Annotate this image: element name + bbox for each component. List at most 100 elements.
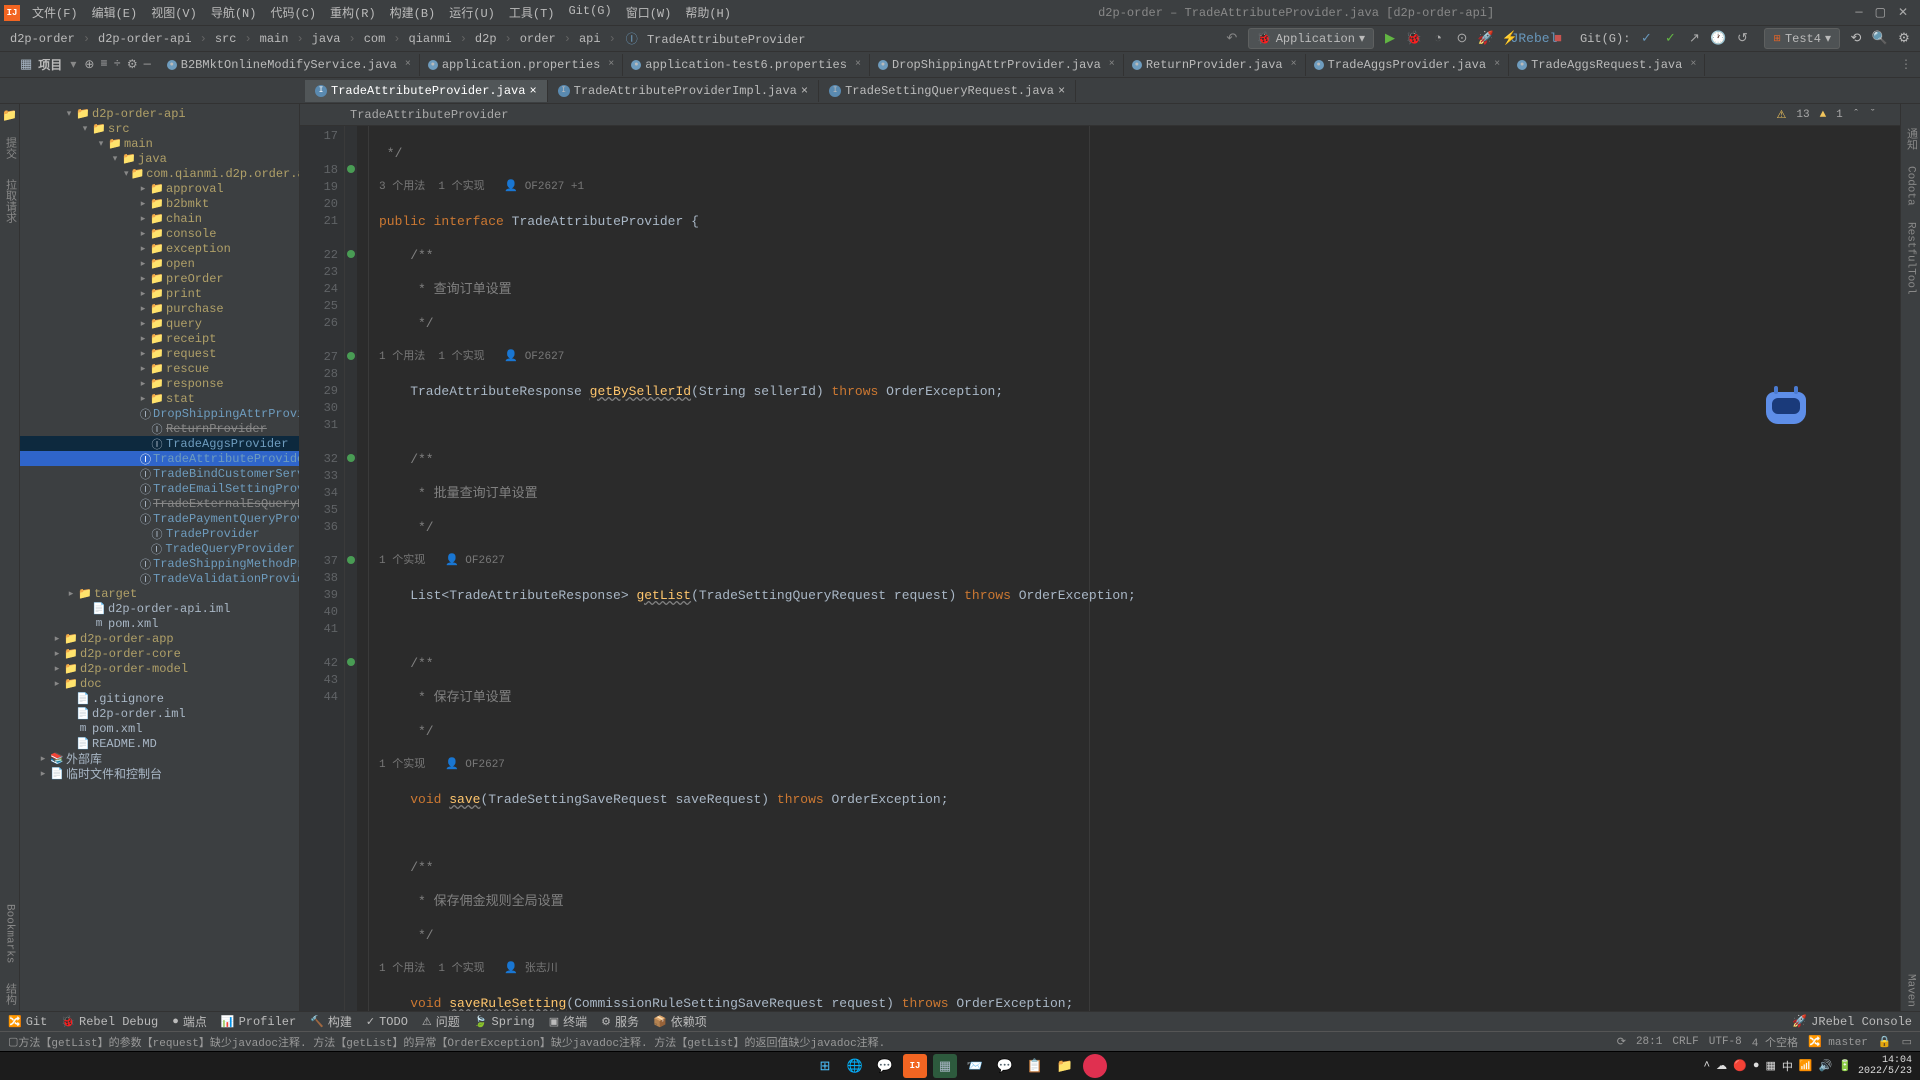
project-tool-icon[interactable]: ▦ <box>20 57 32 72</box>
close-icon[interactable]: × <box>529 84 536 98</box>
breadcrumb-item[interactable]: order <box>518 31 558 47</box>
bottom-tab[interactable]: ▣终端 <box>549 1013 587 1030</box>
tree-node[interactable]: 📄README.MD <box>20 736 299 751</box>
collapse-icon[interactable]: ÷ <box>114 57 121 72</box>
taskbar-app4[interactable]: 📋 <box>1023 1054 1047 1078</box>
tree-node[interactable]: ▾📁java <box>20 151 299 166</box>
bottom-tab[interactable]: 🔨构建 <box>310 1013 352 1030</box>
bottom-tab[interactable]: 📊Profiler <box>221 1015 296 1029</box>
gear-icon[interactable]: ⚙ <box>127 57 138 72</box>
close-icon[interactable]: × <box>1690 59 1696 70</box>
breadcrumbs[interactable]: d2p-order›d2p-order-api›src›main›java›co… <box>8 29 1224 48</box>
structure-strip[interactable]: Bookmarks <box>2 898 18 969</box>
close-icon[interactable]: × <box>1291 59 1297 70</box>
tree-node[interactable]: ▸📁target <box>20 586 299 601</box>
close-icon[interactable]: ✕ <box>1898 5 1908 20</box>
close-icon[interactable]: × <box>1109 59 1115 70</box>
test-config[interactable]: ⊞Test4▾ <box>1764 28 1840 49</box>
minimize-icon[interactable]: — <box>1855 5 1862 20</box>
tree-node[interactable]: ▸📁preOrder <box>20 271 299 286</box>
maven-strip2[interactable]: Maven <box>1903 970 1919 1011</box>
back-icon[interactable]: ↶ <box>1224 31 1240 47</box>
bottom-tab[interactable]: 📦依赖项 <box>653 1013 707 1030</box>
tree-node[interactable]: ▾📁main <box>20 136 299 151</box>
tray-battery[interactable]: 🔋 <box>1838 1059 1852 1073</box>
taskbar-app3[interactable]: 📨 <box>963 1054 987 1078</box>
tree-node[interactable]: ▸📁query <box>20 316 299 331</box>
editor-tab[interactable]: ●TradeAggsRequest.java× <box>1509 54 1705 76</box>
tray-volume[interactable]: 🔊 <box>1819 1059 1833 1073</box>
window-controls[interactable]: — ▢ ✕ <box>1855 5 1916 20</box>
tree-node[interactable]: ▸📁response <box>20 376 299 391</box>
right-tool-strip[interactable]: 通知 Codota RestfulTool Maven <box>1900 104 1920 1011</box>
taskbar-explorer[interactable]: 📁 <box>1053 1054 1077 1078</box>
bottom-tool-bar[interactable]: 🔀Git 🐞Rebel Debug ●端点 📊Profiler 🔨构建 ✓TODO ⚠问题 🍃… <box>0 1011 1920 1031</box>
tray-clock[interactable]: 14:042022/5/23 <box>1858 1055 1912 1077</box>
breadcrumb-item[interactable]: com <box>362 31 388 47</box>
editor-tab[interactable]: ●DropShippingAttrProvider.java× <box>870 54 1124 76</box>
bottom-tab[interactable]: ●端点 <box>172 1013 207 1030</box>
menu-item[interactable]: 窗口(W) <box>620 2 678 23</box>
bottom-tab[interactable]: ⚙服务 <box>601 1013 639 1030</box>
tree-node[interactable]: 📄d2p-order.iml <box>20 706 299 721</box>
tree-node[interactable]: ▸📁doc <box>20 676 299 691</box>
tray-icon1[interactable]: ☁ <box>1716 1059 1727 1073</box>
notifications-strip[interactable]: 通知 <box>1901 124 1920 154</box>
menu-item[interactable]: 重构(R) <box>324 2 382 23</box>
close-icon[interactable]: × <box>405 59 411 70</box>
taskbar-wechat[interactable]: 💬 <box>993 1054 1017 1078</box>
run-config-selector[interactable]: 🐞Application▾ <box>1248 28 1374 49</box>
bottom-tab[interactable]: ✓TODO <box>366 1015 408 1029</box>
tree-node[interactable]: ▸📁request <box>20 346 299 361</box>
git-branch[interactable]: 🔀 master <box>1808 1035 1868 1049</box>
tree-node[interactable]: ▸📁b2bmkt <box>20 196 299 211</box>
maximize-icon[interactable]: ▢ <box>1875 5 1886 20</box>
mem-indicator[interactable]: ▭ <box>1902 1035 1912 1049</box>
tree-node[interactable]: ⒾDropShippingAttrProvider <box>20 406 299 421</box>
bottom-tab[interactable]: 🐞Rebel Debug <box>61 1015 158 1029</box>
select-opened-icon[interactable]: ⊕ <box>84 57 94 72</box>
tree-node[interactable]: ▸📁chain <box>20 211 299 226</box>
bottom-tab[interactable]: 🍃Spring <box>474 1015 535 1029</box>
main-menu[interactable]: 文件(F)编辑(E)视图(V)导航(N)代码(C)重构(R)构建(B)运行(U)… <box>26 2 737 23</box>
breadcrumb-item[interactable]: Ⓘ TradeAttributeProvider <box>622 29 808 48</box>
tree-node[interactable]: 📄.gitignore <box>20 691 299 706</box>
project-label[interactable]: 项目 <box>38 56 70 73</box>
close-icon[interactable]: × <box>1494 59 1500 70</box>
rocket-icon[interactable]: 🚀 <box>1478 31 1494 47</box>
close-icon[interactable]: × <box>608 59 614 70</box>
tree-node[interactable]: 📄d2p-order-api.iml <box>20 601 299 616</box>
editor-breadcrumb[interactable]: TradeAttributeProvider <box>300 104 1900 126</box>
taskbar-app5[interactable] <box>1083 1054 1107 1078</box>
tree-node[interactable]: mpom.xml <box>20 721 299 736</box>
coverage-icon[interactable]: ◔ <box>1430 31 1446 47</box>
tree-node[interactable]: ⒾTradeAggsProvider <box>20 436 299 451</box>
code-editor[interactable]: 1718192021222324252627282930313233343536… <box>300 126 1900 1011</box>
fold-gutter[interactable] <box>357 126 369 1011</box>
expand-icon[interactable]: ≡ <box>100 57 107 72</box>
run-icon[interactable]: ▶ <box>1382 31 1398 47</box>
git-update-icon[interactable]: ✓ <box>1638 31 1654 47</box>
tree-node[interactable]: ▸📄临时文件和控制台 <box>20 766 299 781</box>
lock-icon[interactable]: 🔒 <box>1878 1035 1892 1049</box>
git-commit-icon[interactable]: ✓ <box>1662 31 1678 47</box>
bottom-tab[interactable]: ⚠问题 <box>422 1013 460 1030</box>
tree-node[interactable]: ⒾTradeEmailSettingProvider <box>20 481 299 496</box>
menu-item[interactable]: 代码(C) <box>264 2 322 23</box>
taskbar-start[interactable]: ⊞ <box>813 1054 837 1078</box>
breadcrumb-item[interactable]: main <box>258 31 291 47</box>
tray-icon4[interactable]: ▦ <box>1765 1059 1775 1073</box>
commit-strip[interactable]: 提交 <box>0 131 20 165</box>
tray-icon3[interactable]: ● <box>1753 1060 1760 1072</box>
left-tool-strip[interactable]: 📁 提交 拉取请求 Bookmarks 结构 <box>0 104 20 1011</box>
menu-item[interactable]: 构建(B) <box>384 2 442 23</box>
indent-info[interactable]: 4 个空格 <box>1752 1034 1798 1050</box>
bottom-tab[interactable]: 🔀Git <box>8 1015 47 1029</box>
editor-tab[interactable]: ●TradeAggsProvider.java× <box>1306 54 1509 76</box>
git-push-icon[interactable]: ↗ <box>1686 31 1702 47</box>
breadcrumb-item[interactable]: qianmi <box>407 31 454 47</box>
editor-tab[interactable]: ●application.properties× <box>420 54 623 76</box>
tree-node[interactable]: ▸📁receipt <box>20 331 299 346</box>
tree-node[interactable]: ⒾTradeBindCustomerServiceStaffProvider <box>20 466 299 481</box>
profile-icon[interactable]: ⊙ <box>1454 31 1470 47</box>
